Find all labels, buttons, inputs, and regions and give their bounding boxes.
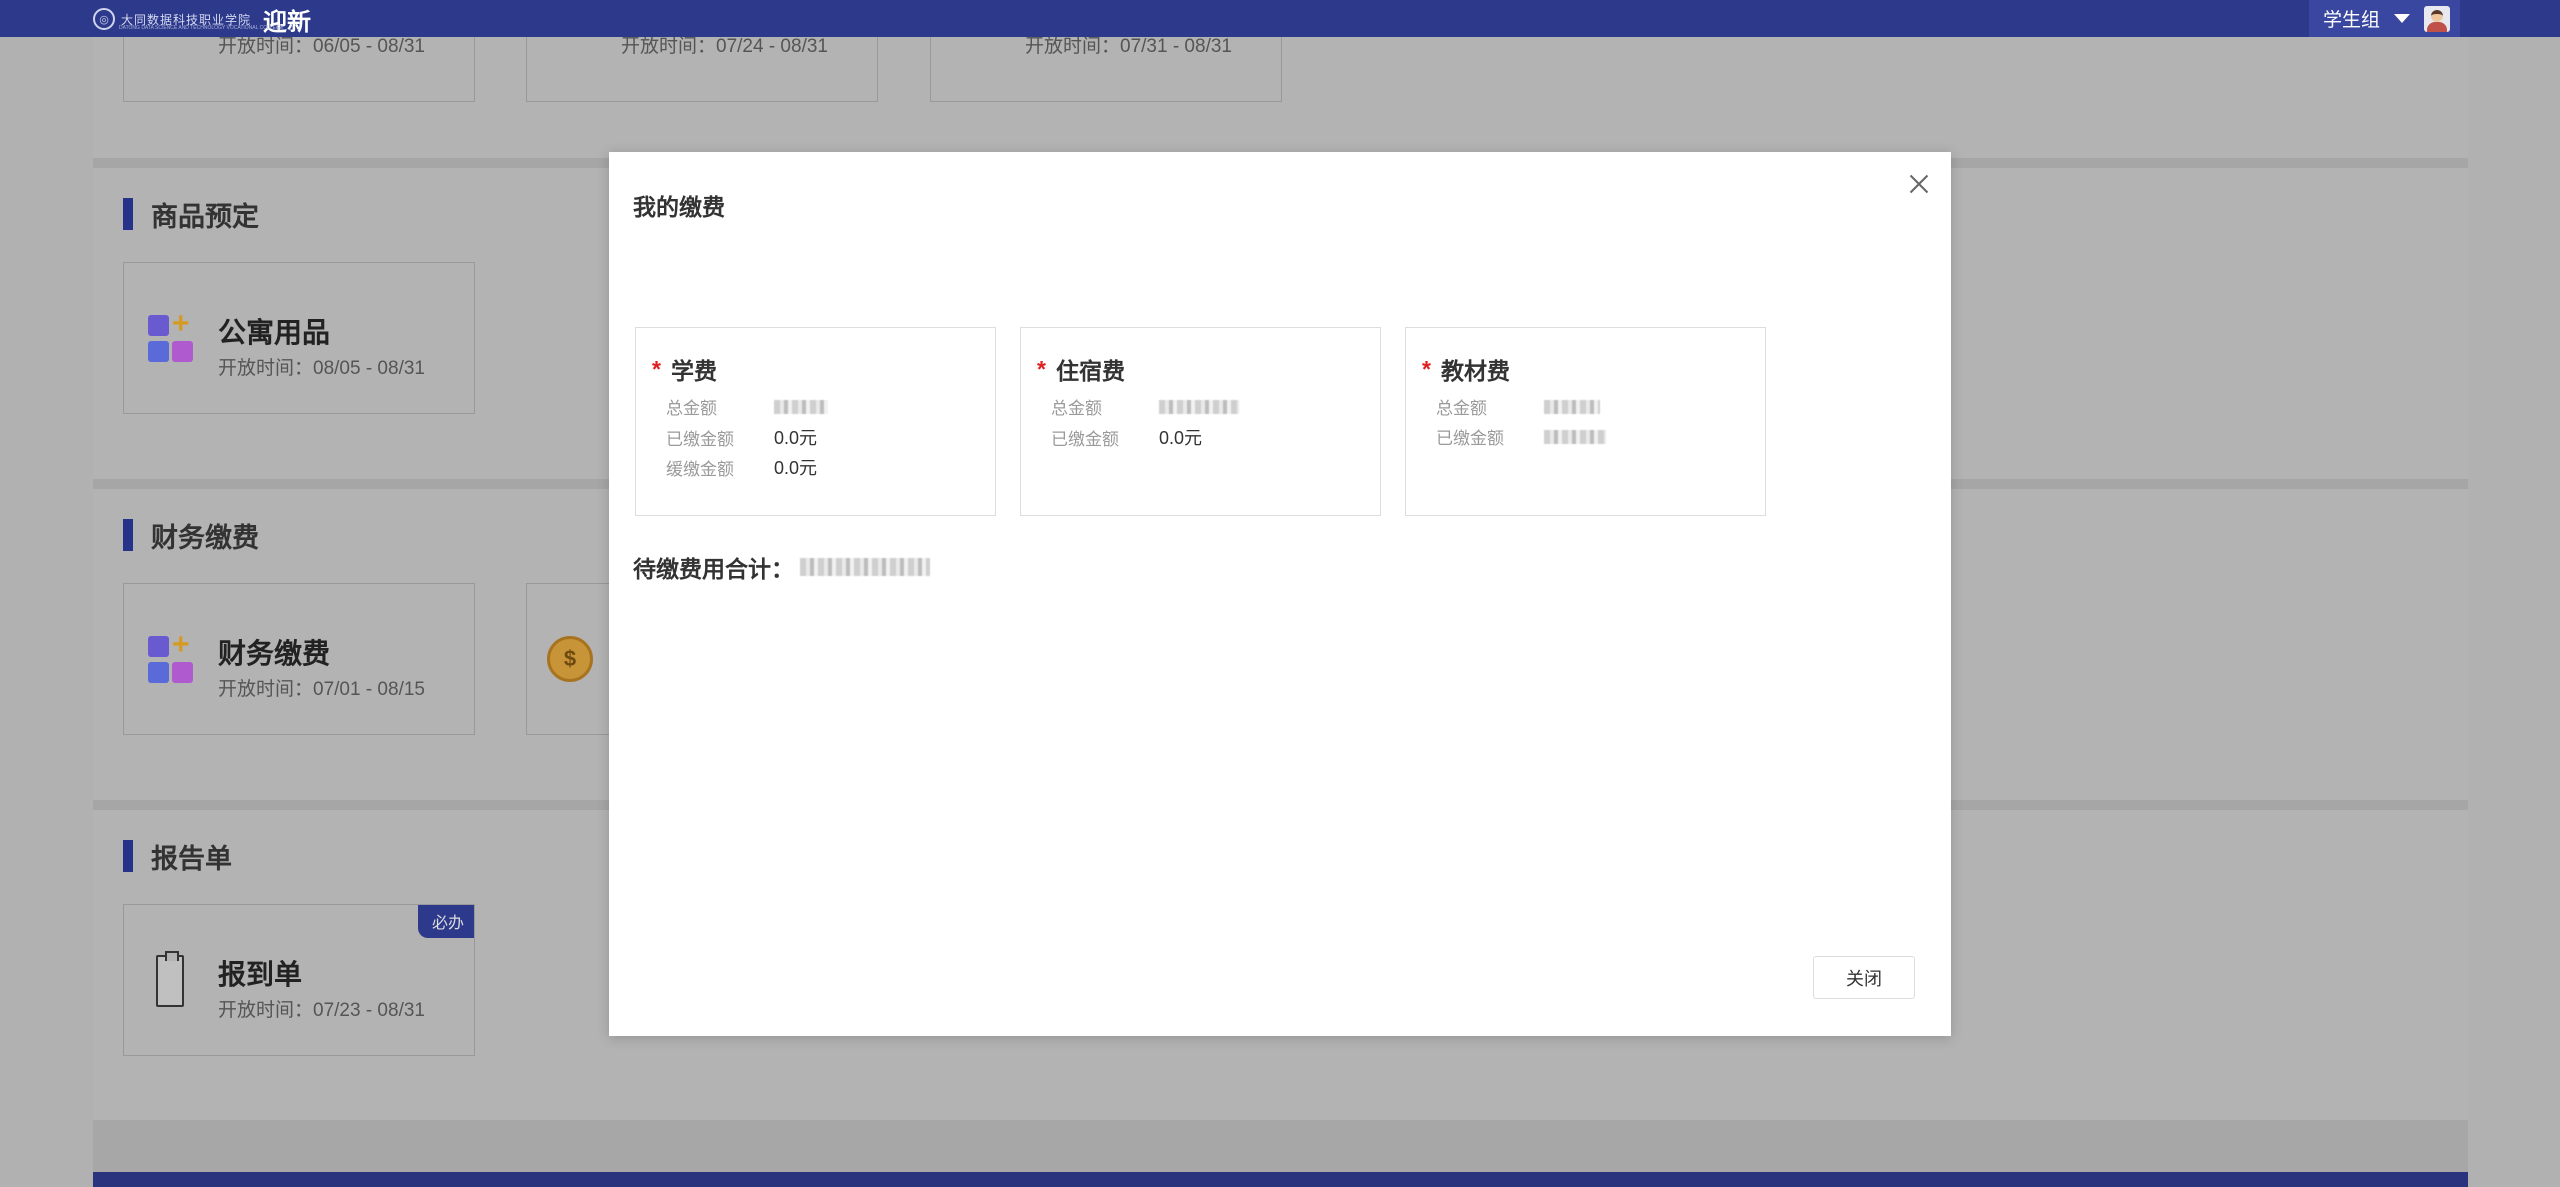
fee-label: 已缴金额	[666, 429, 734, 449]
fee-value: 0.0元	[774, 458, 818, 478]
clipboard-icon	[156, 951, 184, 1007]
fee-label: 总金额	[1436, 399, 1487, 418]
avatar[interactable]	[2424, 5, 2450, 32]
school-seal-icon: ◎	[93, 8, 115, 30]
page-bottom-gap	[93, 1120, 2468, 1172]
card-open-time: 开放时间：07/23 - 08/31	[218, 1000, 425, 1021]
fee-label: 缓缴金额	[666, 459, 734, 479]
avatar-body	[2427, 21, 2447, 32]
card-title: 公寓用品	[218, 317, 331, 348]
section-header: 商品预定	[123, 198, 259, 232]
top-bar: ◎ 大同数据科技职业学院 DATONG DATA SCIENCE AND TEC…	[0, 0, 2560, 37]
close-icon[interactable]	[1905, 170, 1933, 198]
fee-label: 总金额	[666, 399, 717, 418]
fee-header: * 教材费	[1422, 352, 1510, 386]
apps-plus-icon: +	[148, 630, 196, 684]
fee-row-total: 总金额	[1051, 394, 1239, 419]
fee-card-textbook: * 教材费 总金额 已缴金额	[1405, 327, 1766, 516]
close-button[interactable]: 关闭	[1813, 956, 1915, 999]
fee-card-tuition: * 学费 总金额 已缴金额 0.0元 缓缴金额 0.0元	[635, 327, 996, 516]
fee-value: 0.0元	[1159, 428, 1203, 448]
dialog-title: 我的缴费	[633, 194, 725, 220]
fee-row-paid: 已缴金额	[1436, 424, 1606, 449]
service-card-finance[interactable]: + 财务缴费 开放时间：07/01 - 08/15	[123, 583, 475, 735]
fee-row-paid: 已缴金额 0.0元	[666, 424, 817, 450]
card-open-time: 开放时间：07/01 - 08/15	[218, 679, 425, 700]
fee-label: 总金额	[1051, 399, 1102, 418]
school-subtitle: DATONG DATA SCIENCE AND TECHNOLOGY VOCAT…	[119, 25, 284, 31]
coin-icon: $	[547, 636, 593, 682]
fee-label: 已缴金额	[1051, 429, 1119, 449]
redacted-value	[1544, 399, 1600, 414]
fee-row-total: 总金额	[1436, 394, 1600, 419]
fee-row-paid: 已缴金额 0.0元	[1051, 424, 1202, 450]
fee-card-accommodation: * 住宿费 总金额 已缴金额 0.0元	[1020, 327, 1381, 516]
card-open-time: 开放时间：08/05 - 08/31	[218, 358, 425, 379]
pending-total: 待缴费用合计：	[633, 550, 930, 584]
section-accent-bar	[123, 198, 133, 230]
fee-name: 住宿费	[1055, 358, 1125, 384]
service-card-apartment[interactable]: + 公寓用品 开放时间：08/05 - 08/31	[123, 262, 475, 414]
section-accent-bar	[123, 519, 133, 551]
fee-header: * 住宿费	[1037, 352, 1125, 386]
required-badge: 必办	[417, 905, 474, 938]
avatar-head	[2431, 9, 2443, 22]
section-title: 商品预定	[151, 201, 259, 232]
service-card-report[interactable]: 必办 报到单 开放时间：07/23 - 08/31	[123, 904, 475, 1056]
card-title: 报到单	[218, 959, 303, 990]
page-footer	[93, 1172, 2468, 1187]
required-star: *	[1422, 355, 1431, 382]
card-title: 财务缴费	[218, 638, 331, 669]
fee-row-total: 总金额	[666, 394, 828, 419]
section-title: 财务缴费	[151, 522, 259, 553]
redacted-value	[1544, 429, 1606, 444]
school-logo[interactable]: ◎ 大同数据科技职业学院 DATONG DATA SCIENCE AND TEC…	[93, 6, 311, 36]
app-title: 迎新	[263, 8, 312, 36]
redacted-value	[1159, 399, 1239, 414]
fee-name: 教材费	[1440, 358, 1510, 384]
user-menu[interactable]: 学生组	[2308, 0, 2460, 37]
fee-header: * 学费	[652, 352, 717, 386]
user-dropdown[interactable]: 学生组	[2308, 0, 2460, 37]
fee-label: 已缴金额	[1436, 429, 1504, 448]
payment-dialog: 我的缴费 * 学费 总金额 已缴金额 0.0元 缓缴金额 0.0元 * 住宿费 …	[609, 152, 1951, 1036]
redacted-value	[774, 399, 828, 414]
section-header: 报告单	[123, 840, 232, 874]
section-header: 财务缴费	[123, 519, 259, 553]
user-name: 学生组	[2322, 10, 2380, 31]
redacted-value	[800, 558, 930, 576]
required-star: *	[652, 355, 661, 382]
pending-total-label: 待缴费用合计：	[633, 556, 794, 582]
fee-name: 学费	[670, 358, 717, 384]
section-title: 报告单	[151, 843, 232, 874]
required-star: *	[1037, 355, 1046, 382]
fee-row-deferred: 缓缴金额 0.0元	[666, 454, 817, 480]
chevron-down-icon[interactable]	[2394, 14, 2410, 23]
fee-value: 0.0元	[774, 428, 818, 448]
section-accent-bar	[123, 840, 133, 872]
apps-plus-icon: +	[148, 309, 196, 363]
